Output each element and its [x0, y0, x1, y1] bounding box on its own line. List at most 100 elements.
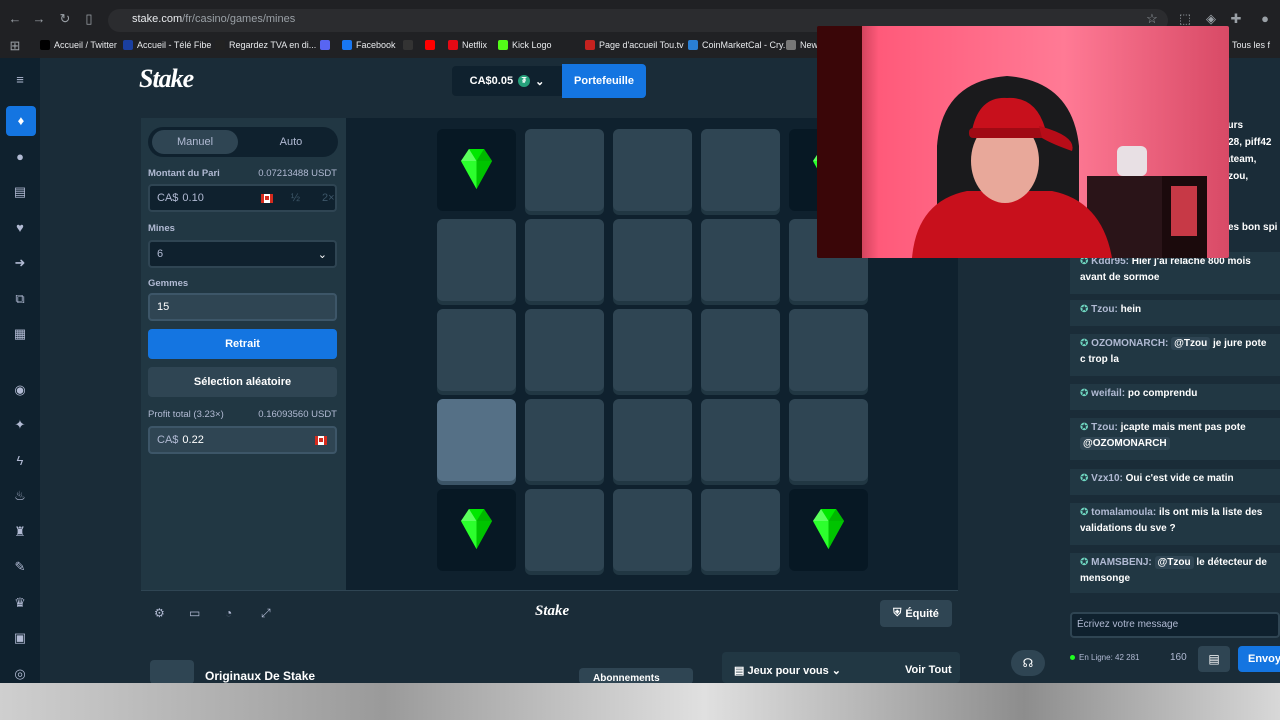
- recent-icon[interactable]: ➜: [10, 253, 30, 273]
- send-button[interactable]: Envoy: [1238, 646, 1280, 672]
- tile-hidden[interactable]: [789, 399, 868, 481]
- auto-tab[interactable]: Auto: [248, 130, 334, 154]
- fairness-button[interactable]: ⛨ Équité: [880, 600, 952, 627]
- tile-hidden[interactable]: [525, 219, 604, 301]
- bookmark-item[interactable]: [425, 40, 439, 50]
- see-all-link[interactable]: Voir Tout: [905, 664, 952, 676]
- back-icon[interactable]: ←: [6, 11, 24, 26]
- manual-tab[interactable]: Manuel: [152, 130, 238, 154]
- new-releases-icon[interactable]: ✦: [10, 415, 30, 435]
- gems-value: 15: [157, 301, 170, 313]
- tile-hidden[interactable]: [613, 219, 692, 301]
- tile-hidden[interactable]: [525, 309, 604, 391]
- profile-icon[interactable]: ●: [1256, 11, 1274, 26]
- star-icon[interactable]: ☆: [1143, 11, 1161, 27]
- tile-hidden[interactable]: [525, 489, 604, 571]
- bookmark-item[interactable]: [320, 40, 334, 50]
- stats-icon[interactable]: ◔: [225, 606, 232, 620]
- vip-badge-icon: ✪: [1080, 557, 1092, 568]
- chat-username[interactable]: Tzou:: [1091, 422, 1118, 433]
- tile-hidden[interactable]: [525, 399, 604, 481]
- chat-username[interactable]: Vzx10:: [1091, 473, 1123, 484]
- chat-mention[interactable]: @Tzou: [1154, 556, 1194, 569]
- stake-logo[interactable]: Stake: [139, 64, 194, 94]
- chat-mention[interactable]: @OZOMONARCH: [1080, 437, 1170, 450]
- bets-icon[interactable]: ▤: [10, 182, 30, 202]
- casino-icon[interactable]: ♦: [6, 106, 36, 136]
- tile-hidden[interactable]: [613, 399, 692, 481]
- bookmark-item[interactable]: Facebook: [342, 40, 396, 50]
- tile-hidden[interactable]: [701, 129, 780, 211]
- live-casino-icon[interactable]: ♨: [10, 486, 30, 506]
- tile-hidden[interactable]: [701, 219, 780, 301]
- slots-icon[interactable]: ϟ: [10, 451, 30, 471]
- double-button[interactable]: 2×: [322, 192, 335, 204]
- game-shows-icon[interactable]: ♜: [10, 522, 30, 542]
- publishers-icon[interactable]: ▣: [10, 628, 30, 648]
- sports-icon[interactable]: ●: [10, 147, 30, 167]
- tile-hidden[interactable]: [613, 129, 692, 211]
- rules-icon[interactable]: ▤: [1198, 646, 1230, 672]
- tile-hidden[interactable]: [789, 309, 868, 391]
- tile-hidden[interactable]: [437, 399, 516, 481]
- bookmark-item[interactable]: Kick Logo: [498, 40, 552, 50]
- online-count: En Ligne: 42 281: [1070, 653, 1140, 662]
- tile-hidden[interactable]: [613, 309, 692, 391]
- bookmark-item[interactable]: Page d'accueil Tou.tv: [585, 40, 684, 50]
- subscriptions-button[interactable]: Abonnements: [579, 668, 693, 684]
- chat-username[interactable]: Tzou:: [1091, 304, 1118, 315]
- reload-icon[interactable]: ↻: [56, 11, 74, 27]
- support-icon[interactable]: ◎: [10, 664, 30, 684]
- tile-gem[interactable]: [437, 489, 516, 571]
- menu-icon[interactable]: ≡: [10, 70, 30, 90]
- bookmark-item[interactable]: Netflix: [448, 40, 487, 50]
- settings-icon[interactable]: ⚙: [154, 606, 165, 620]
- bookmark-item[interactable]: [403, 40, 417, 50]
- bookmark-item[interactable]: CoinMarketCal - Cry...: [688, 40, 790, 50]
- all-bookmarks[interactable]: Tous les f: [1232, 40, 1270, 50]
- bookmark-item[interactable]: Accueil / Twitter: [40, 40, 117, 50]
- chat-mention[interactable]: @Tzou: [1171, 337, 1211, 350]
- balance-selector[interactable]: CA$0.05 ₮ ⌄: [452, 66, 562, 96]
- extension-icon[interactable]: ⬚: [1176, 11, 1194, 27]
- favorites-icon[interactable]: ♥: [10, 218, 30, 238]
- bet-amount-input[interactable]: CA$ 0.10 ½ 2×: [148, 184, 337, 212]
- tile-hidden[interactable]: [701, 309, 780, 391]
- chat-input[interactable]: Écrivez votre message: [1070, 612, 1280, 638]
- tile-hidden[interactable]: [525, 129, 604, 211]
- mines-select[interactable]: 6 ⌄: [148, 240, 337, 268]
- chat-username[interactable]: MAMSBENJ:: [1091, 557, 1152, 568]
- popout-icon[interactable]: ⤢: [261, 606, 271, 621]
- shield-icon[interactable]: ◈: [1202, 11, 1220, 27]
- theatre-icon[interactable]: ▭: [189, 606, 200, 620]
- tile-hidden[interactable]: [437, 219, 516, 301]
- table-games-icon[interactable]: ♛: [10, 593, 30, 613]
- challenges-icon[interactable]: ⧉: [10, 289, 30, 309]
- tile-gem[interactable]: [789, 489, 868, 571]
- chat-username[interactable]: OZOMONARCH:: [1091, 338, 1168, 349]
- random-pick-button[interactable]: Sélection aléatoire: [148, 367, 337, 397]
- url-text[interactable]: stake.com/fr/casino/games/mines: [132, 13, 295, 25]
- exclusives-icon[interactable]: ✎: [10, 557, 30, 577]
- originals-icon[interactable]: ◉: [10, 380, 30, 400]
- games-for-you-dropdown[interactable]: ▤ Jeux pour vous ⌄: [734, 664, 841, 677]
- sidepanel-icon[interactable]: ▯: [80, 11, 98, 27]
- cashout-button[interactable]: Retrait: [148, 329, 337, 359]
- wallet-button[interactable]: Portefeuille: [562, 64, 646, 98]
- my-bets-icon[interactable]: ▦: [10, 324, 30, 344]
- tile-hidden[interactable]: [701, 399, 780, 481]
- bookmark-item[interactable]: Regardez TVA en di...: [215, 40, 316, 50]
- half-button[interactable]: ½: [291, 192, 300, 204]
- forward-icon[interactable]: →: [30, 11, 48, 26]
- chat-username[interactable]: tomalamoula:: [1091, 507, 1156, 518]
- tile-hidden[interactable]: [613, 489, 692, 571]
- bookmark-item[interactable]: New: [786, 40, 818, 50]
- bookmark-item[interactable]: Accueil - Télé Fibe: [123, 40, 211, 50]
- tile-hidden[interactable]: [701, 489, 780, 571]
- live-support-icon[interactable]: ☊: [1011, 650, 1045, 676]
- tile-hidden[interactable]: [437, 309, 516, 391]
- tile-gem[interactable]: [437, 129, 516, 211]
- chat-username[interactable]: weifail:: [1091, 388, 1125, 399]
- apps-grid-icon[interactable]: ⊞: [6, 38, 24, 54]
- puzzle-icon[interactable]: ✚: [1227, 11, 1245, 27]
